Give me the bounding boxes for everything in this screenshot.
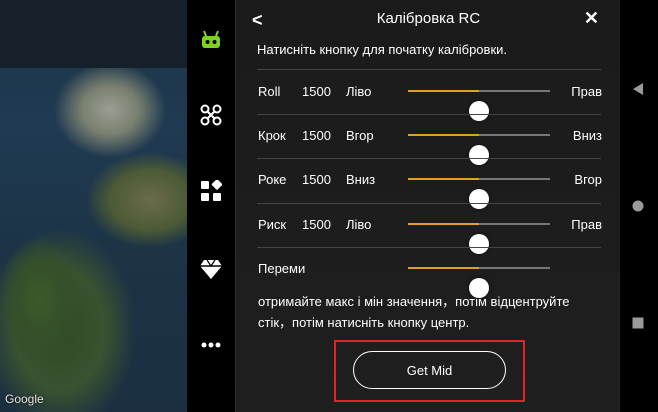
home-circle-icon[interactable] <box>632 199 644 217</box>
channel-row-throttle: Риск 1500 Ліво Прав <box>257 203 602 254</box>
channel-row-pitch: Крок 1500 Вгор Вниз <box>257 114 602 165</box>
side-toolbar <box>187 0 235 412</box>
channel-left-label: Вгор <box>346 128 374 143</box>
channel-slider[interactable] <box>408 178 550 209</box>
channel-row-yaw: Роке 1500 Вниз Вгор <box>257 158 602 209</box>
panel-title: Калібровка RC <box>376 10 481 27</box>
channel-slider[interactable] <box>408 223 550 254</box>
rc-calibration-panel: < Калібровка RC ✕ Натисніть кнопку для п… <box>235 0 621 412</box>
channel-left-label: Ліво <box>346 217 372 232</box>
channel-slider[interactable] <box>408 134 550 165</box>
map-view[interactable]: Google <box>0 0 187 412</box>
channel-row-switch: Переми <box>257 247 601 298</box>
back-triangle-icon[interactable] <box>632 82 644 101</box>
channel-slider[interactable] <box>408 90 550 121</box>
channel-left-label: Вниз <box>346 172 376 187</box>
channel-value: 1500 <box>302 128 331 143</box>
instruction-text: Натисніть кнопку для початку калібровки. <box>257 42 508 57</box>
calibration-note: отримайте макс і мін значення，потім відц… <box>258 294 570 330</box>
channel-name: Риск <box>258 217 287 232</box>
google-attribution: Google <box>5 392 44 406</box>
channel-name: Роке <box>258 172 287 187</box>
diamond-icon[interactable] <box>197 255 225 283</box>
close-button[interactable]: ✕ <box>584 8 599 29</box>
grid-apps-icon[interactable] <box>197 177 225 205</box>
channel-row-roll: Roll 1500 Ліво Прав <box>257 70 602 121</box>
recents-square-icon[interactable] <box>632 316 644 334</box>
channel-value: 1500 <box>302 217 331 232</box>
channel-name: Roll <box>258 84 281 99</box>
channel-left-label: Ліво <box>346 84 372 99</box>
drone-icon[interactable] <box>197 101 225 129</box>
channel-value: 1500 <box>302 84 331 99</box>
remote-controller-icon[interactable] <box>197 26 225 54</box>
more-icon[interactable] <box>197 331 225 359</box>
channel-right-label: Прав <box>571 84 602 99</box>
channel-slider[interactable] <box>408 267 550 298</box>
channel-value: 1500 <box>302 172 331 187</box>
channel-right-label: Прав <box>571 217 602 232</box>
map-top-bar <box>0 0 187 68</box>
channel-right-label: Вниз <box>572 128 602 143</box>
android-nav-bar <box>620 0 658 412</box>
channel-name: Переми <box>258 261 306 276</box>
channel-name: Крок <box>258 128 286 143</box>
channel-right-label: Вгор <box>574 172 602 187</box>
get-mid-button[interactable]: Get Mid <box>353 351 506 389</box>
